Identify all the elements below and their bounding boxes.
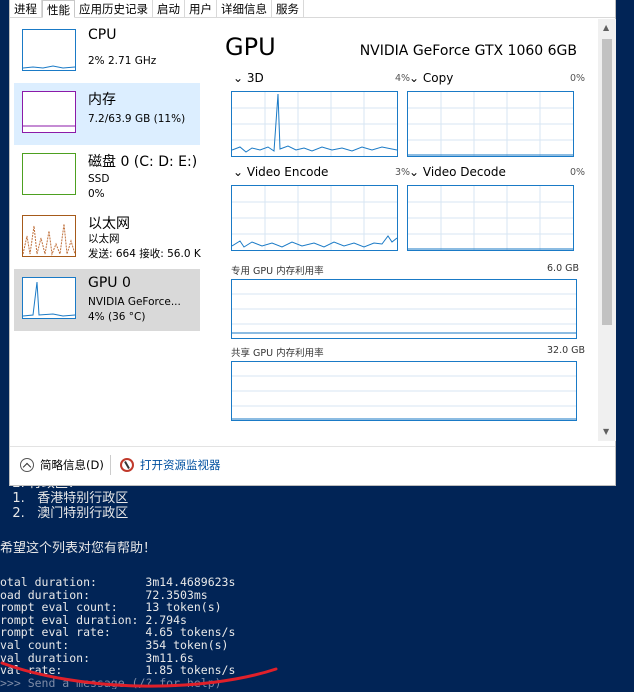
open-resource-monitor-link[interactable]: 打开资源监视器 xyxy=(120,457,221,473)
resource-detail: 发送: 664 接收: 56.0 K xyxy=(88,248,201,260)
footer-bar: 简略信息(D) 打开资源监视器 xyxy=(10,446,615,484)
terminal-stat-line: otal duration: 3m14.4689623s xyxy=(0,576,236,589)
tab-performance[interactable]: 性能 xyxy=(42,0,75,18)
shared-memory-label: 共享 GPU 内存利用率 xyxy=(231,348,324,359)
dedicated-memory-max: 6.0 GB xyxy=(547,263,580,274)
resource-detail: 2% 2.71 GHz xyxy=(88,55,157,67)
vertical-scrollbar[interactable]: ▲ ▼ xyxy=(598,19,616,441)
tab-bar: 进程 性能 应用历史记录 启动 用户 详细信息 服务 xyxy=(10,0,615,18)
tab-services[interactable]: 服务 xyxy=(272,0,304,18)
resource-ethernet[interactable]: 以太网 以太网 发送: 664 接收: 56.0 K xyxy=(14,207,201,269)
shared-memory-graph xyxy=(231,361,577,421)
shared-memory-max: 32.0 GB xyxy=(547,345,586,356)
resource-monitor-icon xyxy=(120,458,134,472)
engine-copy-selector[interactable]: ⌄ Copy xyxy=(409,71,453,85)
resource-detail: 4% (36 °C) xyxy=(88,311,146,323)
engine-video-encode-selector[interactable]: ⌄ Video Encode xyxy=(233,165,328,179)
chevron-down-icon: ⌄ xyxy=(409,165,423,179)
terminal-stat-line: rompt eval count: 13 token(s) xyxy=(0,601,222,614)
resource-detail: 0% xyxy=(88,188,105,200)
engine-copy-percent: 0% xyxy=(570,73,586,84)
scrollbar-thumb[interactable] xyxy=(602,39,612,325)
tab-details[interactable]: 详细信息 xyxy=(217,0,272,18)
dedicated-memory-graph xyxy=(231,279,577,339)
resource-title: GPU 0 xyxy=(88,275,131,291)
engine-video-encode-percent: 3% xyxy=(395,167,411,178)
terminal-line: 希望这个列表对您有帮助！ xyxy=(0,541,157,556)
chevron-down-icon: ⌄ xyxy=(233,165,247,179)
resource-detail: NVIDIA GeForce... xyxy=(88,296,181,308)
scroll-up-icon[interactable]: ▲ xyxy=(603,23,609,32)
terminal-stat-line: rompt eval duration: 2.794s xyxy=(0,613,187,627)
engine-copy-graph xyxy=(407,91,574,157)
resource-detail: SSD xyxy=(88,173,110,185)
footer-divider xyxy=(110,455,111,475)
engine-3d-selector[interactable]: ⌄ 3D xyxy=(233,71,264,85)
page-title: GPU xyxy=(225,33,276,61)
engine-video-decode-graph xyxy=(407,185,574,251)
chevron-down-icon: ⌄ xyxy=(409,71,423,85)
disk-thumbnail-graph xyxy=(22,153,76,195)
engine-video-encode-graph xyxy=(231,185,398,251)
scroll-down-icon[interactable]: ▼ xyxy=(603,427,609,436)
task-manager-window: 进程 性能 应用历史记录 启动 用户 详细信息 服务 CPU 2% 2.71 G… xyxy=(9,0,616,486)
terminal-stat-line: val count: 354 token(s) xyxy=(0,638,229,652)
gpu-thumbnail-graph xyxy=(22,277,76,319)
chevron-down-icon: ⌄ xyxy=(233,71,247,85)
resource-title: 以太网 xyxy=(88,216,130,232)
resource-title: CPU xyxy=(88,27,117,43)
gpu-model-name: NVIDIA GeForce GTX 1060 6GB xyxy=(359,43,577,59)
tab-app-history[interactable]: 应用历史记录 xyxy=(75,0,153,18)
resource-title: 内存 xyxy=(88,92,116,108)
engine-3d-graph xyxy=(231,91,398,157)
red-underline-annotation xyxy=(0,661,278,688)
engine-3d-percent: 4% xyxy=(395,73,411,84)
tab-processes[interactable]: 进程 xyxy=(10,0,42,18)
resource-memory[interactable]: 内存 7.2/63.9 GB (11%) xyxy=(14,83,200,145)
resource-detail: 以太网 xyxy=(88,233,120,245)
memory-thumbnail-graph xyxy=(22,91,76,133)
tab-users[interactable]: 用户 xyxy=(185,0,217,18)
fewer-details-button[interactable]: 简略信息(D) xyxy=(20,457,104,473)
resource-cpu[interactable]: CPU 2% 2.71 GHz xyxy=(14,21,200,83)
resource-detail: 7.2/63.9 GB (11%) xyxy=(88,113,186,125)
resource-disk[interactable]: 磁盘 0 (C: D: E:) SSD 0% xyxy=(14,145,200,207)
resource-title: 磁盘 0 (C: D: E:) xyxy=(88,154,198,170)
ethernet-thumbnail-graph xyxy=(22,215,76,257)
tab-startup[interactable]: 启动 xyxy=(153,0,185,18)
engine-video-decode-percent: 0% xyxy=(570,167,586,178)
resource-gpu[interactable]: GPU 0 NVIDIA GeForce... 4% (36 °C) xyxy=(14,269,200,331)
terminal-line: 2. 澳门特别行政区 xyxy=(0,506,129,521)
terminal-line: 1. 香港特别行政区 xyxy=(0,491,129,506)
terminal-stat-line: oad duration: 72.3503ms xyxy=(0,588,208,602)
cpu-thumbnail-graph xyxy=(22,29,76,71)
resource-list: CPU 2% 2.71 GHz 内存 7.2/63.9 GB (11%) 磁盘 … xyxy=(10,19,201,439)
terminal-stat-line: rompt eval rate: 4.65 tokens/s xyxy=(0,626,236,639)
dedicated-memory-label: 专用 GPU 内存利用率 xyxy=(231,266,324,277)
chevron-up-icon xyxy=(20,458,34,472)
engine-video-decode-selector[interactable]: ⌄ Video Decode xyxy=(409,165,506,179)
